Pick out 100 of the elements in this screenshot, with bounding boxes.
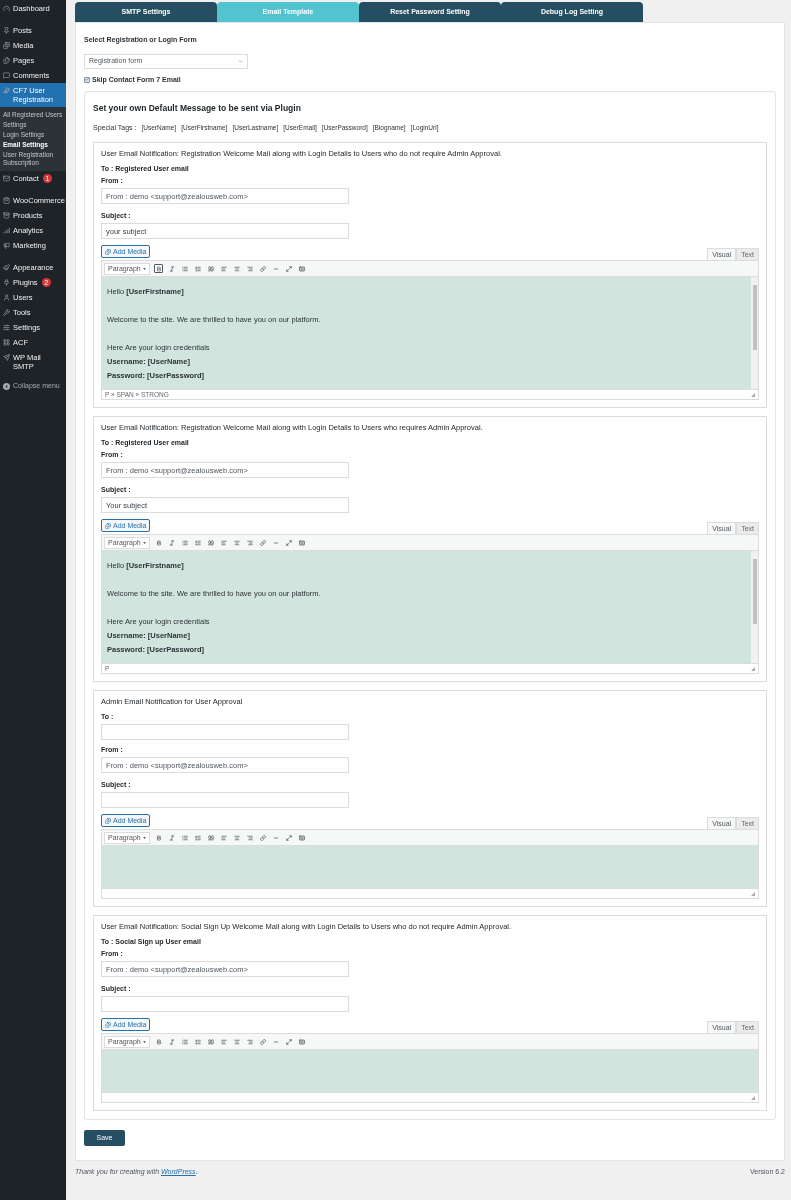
media-icon xyxy=(105,522,111,529)
align-left-icon xyxy=(220,1038,227,1045)
keyboard-icon xyxy=(298,265,305,272)
keyboard-tool[interactable] xyxy=(297,538,306,548)
grid-icon xyxy=(3,338,10,346)
bold-tool[interactable] xyxy=(154,1037,163,1047)
keyboard-icon xyxy=(298,1038,305,1045)
align-right-icon xyxy=(246,539,253,546)
bold-tool[interactable] xyxy=(154,538,163,548)
media-icon xyxy=(105,1021,111,1028)
pages-icon xyxy=(3,56,10,64)
align-left-icon xyxy=(220,265,227,272)
bold-icon xyxy=(155,1038,162,1045)
fullscreen-tool[interactable] xyxy=(284,264,293,274)
bold-tool[interactable] xyxy=(154,264,163,274)
numbered-list-tool[interactable] xyxy=(193,264,202,274)
media-icon xyxy=(105,817,111,824)
fullscreen-tool[interactable] xyxy=(284,1037,293,1047)
align-left-tool[interactable] xyxy=(219,264,228,274)
align-left-tool[interactable] xyxy=(219,1037,228,1047)
align-right-tool[interactable] xyxy=(245,538,254,548)
wrench-icon xyxy=(3,308,10,316)
bar-chart-icon xyxy=(3,226,10,234)
bulleted-list-icon xyxy=(181,1038,188,1045)
numbered-list-tool[interactable] xyxy=(193,538,202,548)
align-right-tool[interactable] xyxy=(245,1037,254,1047)
align-center-tool[interactable] xyxy=(232,538,241,548)
horizontal-line-icon xyxy=(272,1038,279,1045)
align-left-tool[interactable] xyxy=(219,833,228,843)
italic-tool[interactable] xyxy=(167,538,176,548)
text-field[interactable] xyxy=(101,996,349,1013)
quote-icon xyxy=(207,1038,214,1045)
italic-icon xyxy=(168,1038,175,1045)
align-right-icon xyxy=(246,834,253,841)
link-tool[interactable] xyxy=(258,538,267,548)
fullscreen-tool[interactable] xyxy=(284,538,293,548)
numbered-list-tool[interactable] xyxy=(193,1037,202,1047)
quote-tool[interactable] xyxy=(206,1037,215,1047)
fullscreen-tool[interactable] xyxy=(284,833,293,843)
fullscreen-icon xyxy=(285,265,292,272)
link-icon xyxy=(259,265,266,272)
horizontal-line-icon xyxy=(272,265,279,272)
link-icon xyxy=(259,834,266,841)
bulleted-list-icon xyxy=(181,834,188,841)
align-center-tool[interactable] xyxy=(232,264,241,274)
dropdown-triangle-icon xyxy=(143,1040,146,1043)
resize-handle-icon[interactable] xyxy=(751,1095,755,1100)
keyboard-icon xyxy=(298,834,305,841)
gauge-icon xyxy=(3,4,10,12)
checkbox[interactable] xyxy=(84,76,90,83)
fullscreen-icon xyxy=(285,834,292,841)
align-left-tool[interactable] xyxy=(219,538,228,548)
align-left-icon xyxy=(220,834,227,841)
link-tool[interactable] xyxy=(258,833,267,843)
quote-tool[interactable] xyxy=(206,833,215,843)
bold-icon xyxy=(155,539,162,546)
plug-icon xyxy=(3,278,10,286)
bag-icon xyxy=(3,196,10,204)
keyboard-tool[interactable] xyxy=(297,833,306,843)
align-center-icon xyxy=(233,1038,240,1045)
fullscreen-icon xyxy=(285,1038,292,1045)
bold-icon xyxy=(155,834,162,841)
italic-icon xyxy=(168,834,175,841)
align-right-tool[interactable] xyxy=(245,833,254,843)
keyboard-tool[interactable] xyxy=(297,264,306,274)
align-center-icon xyxy=(233,834,240,841)
link-icon xyxy=(259,1038,266,1045)
align-center-tool[interactable] xyxy=(232,1037,241,1047)
text-field[interactable] xyxy=(101,724,349,741)
align-center-tool[interactable] xyxy=(232,833,241,843)
keyboard-tool[interactable] xyxy=(297,1037,306,1047)
align-right-icon xyxy=(246,1038,253,1045)
quote-icon xyxy=(207,265,214,272)
images-icon xyxy=(3,41,10,49)
italic-icon xyxy=(168,539,175,546)
bulleted-list-tool[interactable] xyxy=(180,538,189,548)
italic-tool[interactable] xyxy=(167,1037,176,1047)
user-icon xyxy=(3,293,10,301)
bulleted-list-tool[interactable] xyxy=(180,1037,189,1047)
bold-tool[interactable] xyxy=(154,833,163,843)
link-tool[interactable] xyxy=(258,1037,267,1047)
comment-icon xyxy=(3,71,10,79)
italic-tool[interactable] xyxy=(167,833,176,843)
chevron-down-icon xyxy=(238,58,243,64)
bulleted-list-tool[interactable] xyxy=(180,264,189,274)
sliders-icon xyxy=(3,323,10,331)
align-right-tool[interactable] xyxy=(245,264,254,274)
resize-handle-icon[interactable] xyxy=(751,891,755,896)
quote-tool[interactable] xyxy=(206,264,215,274)
quote-tool[interactable] xyxy=(206,538,215,548)
resize-handle-icon[interactable] xyxy=(751,392,755,397)
dropdown-triangle-icon xyxy=(143,267,146,270)
link-tool[interactable] xyxy=(258,264,267,274)
bulleted-list-tool[interactable] xyxy=(180,833,189,843)
horizontal-line-icon xyxy=(272,834,279,841)
numbered-list-tool[interactable] xyxy=(193,833,202,843)
resize-handle-icon[interactable] xyxy=(751,666,755,671)
italic-icon xyxy=(168,265,175,272)
link-icon xyxy=(259,539,266,546)
text-field[interactable] xyxy=(101,792,349,809)
